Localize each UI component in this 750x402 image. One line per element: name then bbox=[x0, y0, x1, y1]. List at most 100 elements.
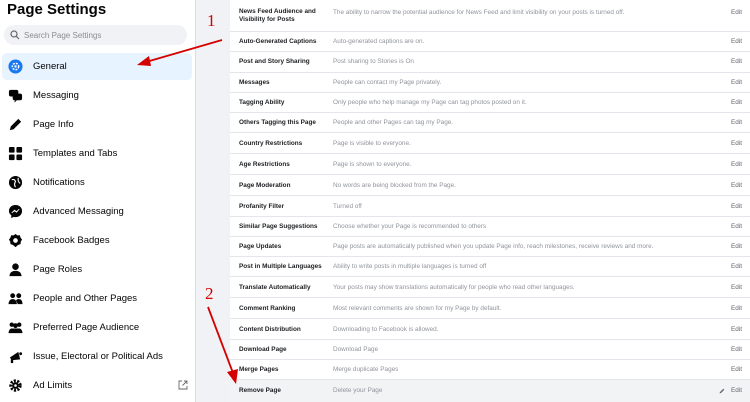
settings-row-auto-generated-captions[interactable]: Auto-Generated Captions Auto-generated c… bbox=[230, 32, 750, 52]
sidebar-item-label: Facebook Badges bbox=[33, 235, 110, 246]
settings-row-news-feed-audience[interactable]: News Feed Audience and Visibility for Po… bbox=[230, 0, 750, 32]
search-box[interactable] bbox=[4, 25, 187, 45]
setting-label: Tagging Ability bbox=[239, 99, 285, 106]
setting-label: Page Updates bbox=[239, 243, 282, 250]
setting-label: Auto-Generated Captions bbox=[239, 38, 317, 45]
edit-link[interactable]: Edit bbox=[731, 387, 742, 394]
page-gutter bbox=[196, 0, 230, 402]
settings-row-multiple-languages[interactable]: Post in Multiple Languages Ability to wr… bbox=[230, 257, 750, 277]
edit-link[interactable]: Edit bbox=[731, 182, 742, 189]
setting-value: Merge duplicate Pages bbox=[333, 366, 399, 373]
setting-label: Post in Multiple Languages bbox=[239, 263, 322, 270]
setting-value: Only people who help manage my Page can … bbox=[333, 99, 527, 106]
setting-value: Your posts may show translations automat… bbox=[333, 284, 575, 291]
setting-label: Others Tagging this Page bbox=[239, 119, 316, 126]
pencil-icon bbox=[7, 117, 23, 133]
edit-link[interactable]: Edit bbox=[731, 284, 742, 291]
sidebar-item-ad-limits[interactable]: Ad Limits bbox=[2, 372, 192, 399]
search-input[interactable] bbox=[24, 30, 174, 40]
megaphone-icon bbox=[7, 349, 23, 365]
setting-value: Turned off bbox=[333, 203, 362, 210]
settings-sidebar: Page Settings General Messaging Page Inf… bbox=[0, 0, 196, 402]
edit-link[interactable]: Edit bbox=[731, 38, 742, 45]
sidebar-item-label: Ad Limits bbox=[33, 380, 73, 391]
settings-row-remove-page[interactable]: Remove Page Delete your Page Edit bbox=[230, 380, 750, 402]
globe-icon bbox=[7, 175, 23, 191]
setting-value: Downloading to Facebook is allowed. bbox=[333, 326, 439, 333]
sidebar-item-label: People and Other Pages bbox=[33, 293, 138, 304]
edit-link[interactable]: Edit bbox=[731, 366, 742, 373]
settings-row-tagging-ability[interactable]: Tagging Ability Only people who help man… bbox=[230, 93, 750, 113]
setting-value: Delete your Page bbox=[333, 387, 383, 394]
edit-link[interactable]: Edit bbox=[731, 243, 742, 250]
settings-row-messages[interactable]: Messages People can contact my Page priv… bbox=[230, 73, 750, 93]
setting-value: Auto-generated captions are on. bbox=[333, 38, 425, 45]
settings-row-merge-pages[interactable]: Merge Pages Merge duplicate Pages Edit bbox=[230, 360, 750, 380]
settings-row-download-page[interactable]: Download Page Download Page Edit bbox=[230, 340, 750, 360]
messenger-icon bbox=[7, 204, 23, 220]
settings-row-page-moderation[interactable]: Page Moderation No words are being block… bbox=[230, 175, 750, 196]
sidebar-item-advanced-messaging[interactable]: Advanced Messaging bbox=[2, 198, 192, 225]
sidebar-item-label: Preferred Page Audience bbox=[33, 322, 140, 333]
sidebar-item-notifications[interactable]: Notifications bbox=[2, 169, 192, 196]
sidebar-title: Page Settings bbox=[7, 1, 107, 18]
edit-link[interactable]: Edit bbox=[731, 99, 742, 106]
setting-value: People can contact my Page privately. bbox=[333, 79, 442, 86]
settings-row-post-and-story-sharing[interactable]: Post and Story Sharing Post sharing to S… bbox=[230, 52, 750, 73]
edit-link[interactable]: Edit bbox=[731, 305, 742, 312]
sidebar-item-general[interactable]: General bbox=[2, 53, 192, 80]
external-link-icon[interactable] bbox=[178, 380, 188, 390]
grid-icon bbox=[7, 146, 23, 162]
settings-row-translate-automatically[interactable]: Translate Automatically Your posts may s… bbox=[230, 277, 750, 298]
sidebar-item-templates-and-tabs[interactable]: Templates and Tabs bbox=[2, 140, 192, 167]
sidebar-item-political-ads[interactable]: Issue, Electoral or Political Ads bbox=[2, 343, 192, 370]
sidebar-item-preferred-page-audience[interactable]: Preferred Page Audience bbox=[2, 314, 192, 341]
setting-label: Profanity Filter bbox=[239, 203, 285, 210]
edit-link[interactable]: Edit bbox=[731, 58, 742, 65]
sidebar-nav: General Messaging Page Info Templates an… bbox=[0, 53, 196, 401]
sidebar-item-label: Notifications bbox=[33, 177, 85, 188]
setting-label: Messages bbox=[239, 79, 270, 86]
setting-value: Page posts are automatically published w… bbox=[333, 243, 654, 250]
setting-label: Translate Automatically bbox=[239, 284, 311, 291]
setting-value: The ability to narrow the potential audi… bbox=[333, 9, 625, 16]
settings-row-profanity-filter[interactable]: Profanity Filter Turned off Edit bbox=[230, 196, 750, 217]
settings-row-content-distribution[interactable]: Content Distribution Downloading to Face… bbox=[230, 319, 750, 340]
edit-link[interactable]: Edit bbox=[731, 223, 742, 230]
edit-link[interactable]: Edit bbox=[731, 140, 742, 147]
badge-icon bbox=[7, 233, 23, 249]
settings-row-page-updates[interactable]: Page Updates Page posts are automaticall… bbox=[230, 237, 750, 257]
edit-link[interactable]: Edit bbox=[731, 9, 742, 16]
setting-value: People and other Pages can tag my Page. bbox=[333, 119, 454, 126]
sidebar-item-label: Page Info bbox=[33, 119, 74, 130]
edit-link[interactable]: Edit bbox=[731, 79, 742, 86]
sidebar-item-label: Templates and Tabs bbox=[33, 148, 118, 159]
edit-link[interactable]: Edit bbox=[731, 263, 742, 270]
person-icon bbox=[7, 262, 23, 278]
sidebar-item-messaging[interactable]: Messaging bbox=[2, 82, 192, 109]
setting-value: Download Page bbox=[333, 346, 379, 353]
sidebar-item-page-roles[interactable]: Page Roles bbox=[2, 256, 192, 283]
settings-row-country-restrictions[interactable]: Country Restrictions Page is visible to … bbox=[230, 133, 750, 154]
edit-link[interactable]: Edit bbox=[731, 326, 742, 333]
setting-label: Post and Story Sharing bbox=[239, 58, 310, 65]
settings-row-others-tagging[interactable]: Others Tagging this Page People and othe… bbox=[230, 113, 750, 133]
sidebar-item-people-and-other-pages[interactable]: People and Other Pages bbox=[2, 285, 192, 312]
setting-value: Page is visible to everyone. bbox=[333, 140, 411, 147]
edit-link[interactable]: Edit bbox=[731, 119, 742, 126]
settings-row-comment-ranking[interactable]: Comment Ranking Most relevant comments a… bbox=[230, 298, 750, 319]
settings-row-similar-page-suggestions[interactable]: Similar Page Suggestions Choose whether … bbox=[230, 217, 750, 237]
settings-row-age-restrictions[interactable]: Age Restrictions Page is shown to everyo… bbox=[230, 154, 750, 175]
sidebar-item-facebook-badges[interactable]: Facebook Badges bbox=[2, 227, 192, 254]
sidebar-item-page-info[interactable]: Page Info bbox=[2, 111, 192, 138]
edit-link[interactable]: Edit bbox=[731, 161, 742, 168]
edit-link[interactable]: Edit bbox=[731, 203, 742, 210]
setting-label: Similar Page Suggestions bbox=[239, 223, 318, 230]
setting-label: Download Page bbox=[239, 346, 287, 353]
chat-icon bbox=[7, 88, 23, 104]
sidebar-item-label: Page Roles bbox=[33, 264, 83, 275]
edit-link[interactable]: Edit bbox=[731, 346, 742, 353]
setting-value: No words are being blocked from the Page… bbox=[333, 182, 456, 189]
pencil-icon bbox=[719, 388, 725, 394]
setting-label: Merge Pages bbox=[239, 366, 279, 373]
